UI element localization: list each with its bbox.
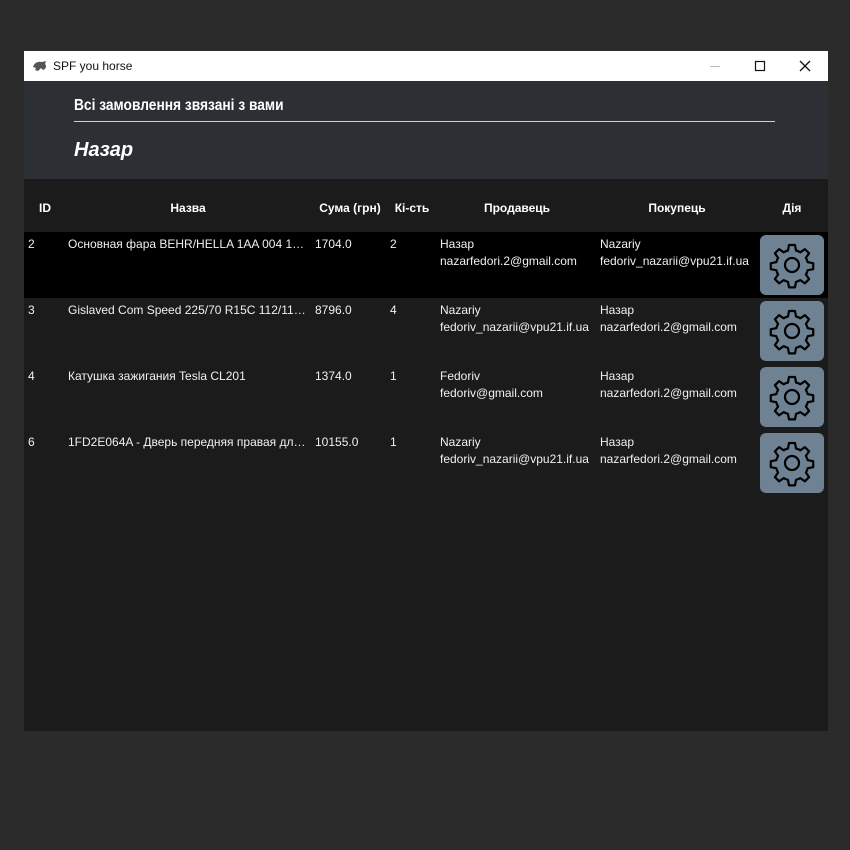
order-id: 3 (28, 303, 35, 317)
order-id: 2 (28, 237, 35, 251)
column-header-seller[interactable]: Продавець (440, 201, 594, 215)
column-header-id[interactable]: ID (32, 201, 58, 215)
gear-icon (768, 439, 816, 487)
buyer-name: Назар (600, 435, 635, 449)
column-header-sum[interactable]: Сума (грн) (312, 201, 388, 215)
seller-cell: Nazariy fedoriv_nazarii@vpu21.if.ua (440, 434, 589, 468)
seller-cell: Nazariy fedoriv_nazarii@vpu21.if.ua (440, 302, 589, 336)
seller-email: nazarfedori.2@gmail.com (440, 254, 577, 268)
buyer-cell: Nazariy fedoriv_nazarii@vpu21.if.ua (600, 236, 749, 270)
table-row[interactable]: 2 Основная фара BEHR/HELLA 1AA 004 109-.… (24, 232, 828, 298)
order-name: Gislaved Com Speed 225/70 R15C 112/110R (68, 303, 308, 317)
horse-logo-icon (33, 61, 47, 71)
page-title: Всі замовлення звязані з вами (74, 97, 284, 114)
order-sum: 8796.0 (315, 303, 352, 317)
column-header-action: Дія (782, 201, 802, 215)
column-header-buyer[interactable]: Покупець (600, 201, 754, 215)
seller-name: Nazariy (440, 435, 481, 449)
buyer-email: fedoriv_nazarii@vpu21.if.ua (600, 254, 749, 268)
current-user-name: Назар (74, 139, 134, 161)
column-header-name[interactable]: Назва (68, 201, 308, 215)
buyer-email: nazarfedori.2@gmail.com (600, 386, 737, 400)
buyer-name: Nazariy (600, 237, 641, 251)
order-id: 4 (28, 369, 35, 383)
buyer-cell: Назар nazarfedori.2@gmail.com (600, 368, 737, 402)
title-bar[interactable]: SPF you horse (24, 51, 828, 81)
orders-table: ID Назва Сума (грн) Кі-сть Продавець Пок… (24, 179, 828, 731)
page-header: Всі замовлення звязані з вами Назар (24, 81, 828, 179)
seller-email: fedoriv@gmail.com (440, 386, 543, 400)
minimize-button[interactable] (692, 51, 737, 81)
title-underline (74, 121, 775, 122)
seller-name: Fedoriv (440, 369, 481, 383)
close-button[interactable] (782, 51, 827, 81)
buyer-cell: Назар nazarfedori.2@gmail.com (600, 434, 737, 468)
app-window: SPF you horse Всі замовлення звязані з в… (24, 51, 828, 731)
table-row[interactable]: 6 1FD2E064A - Дверь передняя правая для … (24, 430, 828, 496)
gear-icon (768, 373, 816, 421)
order-qty: 1 (390, 369, 397, 383)
order-action-button[interactable] (760, 235, 824, 295)
order-name: 1FD2E064A - Дверь передняя правая для ..… (68, 435, 308, 449)
window-title: SPF you horse (53, 59, 133, 73)
seller-email: fedoriv_nazarii@vpu21.if.ua (440, 320, 589, 334)
maximize-icon (754, 60, 765, 72)
table-row[interactable]: 4 Катушка зажигания Tesla CL201 1374.0 1… (24, 364, 828, 430)
order-name: Катушка зажигания Tesla CL201 (68, 369, 246, 383)
minimize-icon (709, 66, 720, 67)
order-id: 6 (28, 435, 35, 449)
buyer-name: Назар (600, 303, 635, 317)
buyer-email: nazarfedori.2@gmail.com (600, 320, 737, 334)
order-qty: 4 (390, 303, 397, 317)
buyer-name: Назар (600, 369, 635, 383)
order-name: Основная фара BEHR/HELLA 1AA 004 109-... (68, 237, 308, 251)
maximize-button[interactable] (737, 51, 782, 81)
buyer-email: nazarfedori.2@gmail.com (600, 452, 737, 466)
order-action-button[interactable] (760, 301, 824, 361)
order-sum: 1374.0 (315, 369, 352, 383)
column-header-qty[interactable]: Кі-сть (390, 201, 434, 215)
order-qty: 2 (390, 237, 397, 251)
order-qty: 1 (390, 435, 397, 449)
order-action-button[interactable] (760, 433, 824, 493)
gear-icon (768, 307, 816, 355)
order-sum: 10155.0 (315, 435, 359, 449)
seller-cell: Назар nazarfedori.2@gmail.com (440, 236, 577, 270)
seller-email: fedoriv_nazarii@vpu21.if.ua (440, 452, 589, 466)
gear-icon (768, 241, 816, 289)
buyer-cell: Назар nazarfedori.2@gmail.com (600, 302, 737, 336)
seller-name: Nazariy (440, 303, 481, 317)
seller-cell: Fedoriv fedoriv@gmail.com (440, 368, 543, 402)
table-row[interactable]: 3 Gislaved Com Speed 225/70 R15C 112/110… (24, 298, 828, 364)
close-icon (799, 60, 810, 72)
order-sum: 1704.0 (315, 237, 352, 251)
order-action-button[interactable] (760, 367, 824, 427)
seller-name: Назар (440, 237, 475, 251)
